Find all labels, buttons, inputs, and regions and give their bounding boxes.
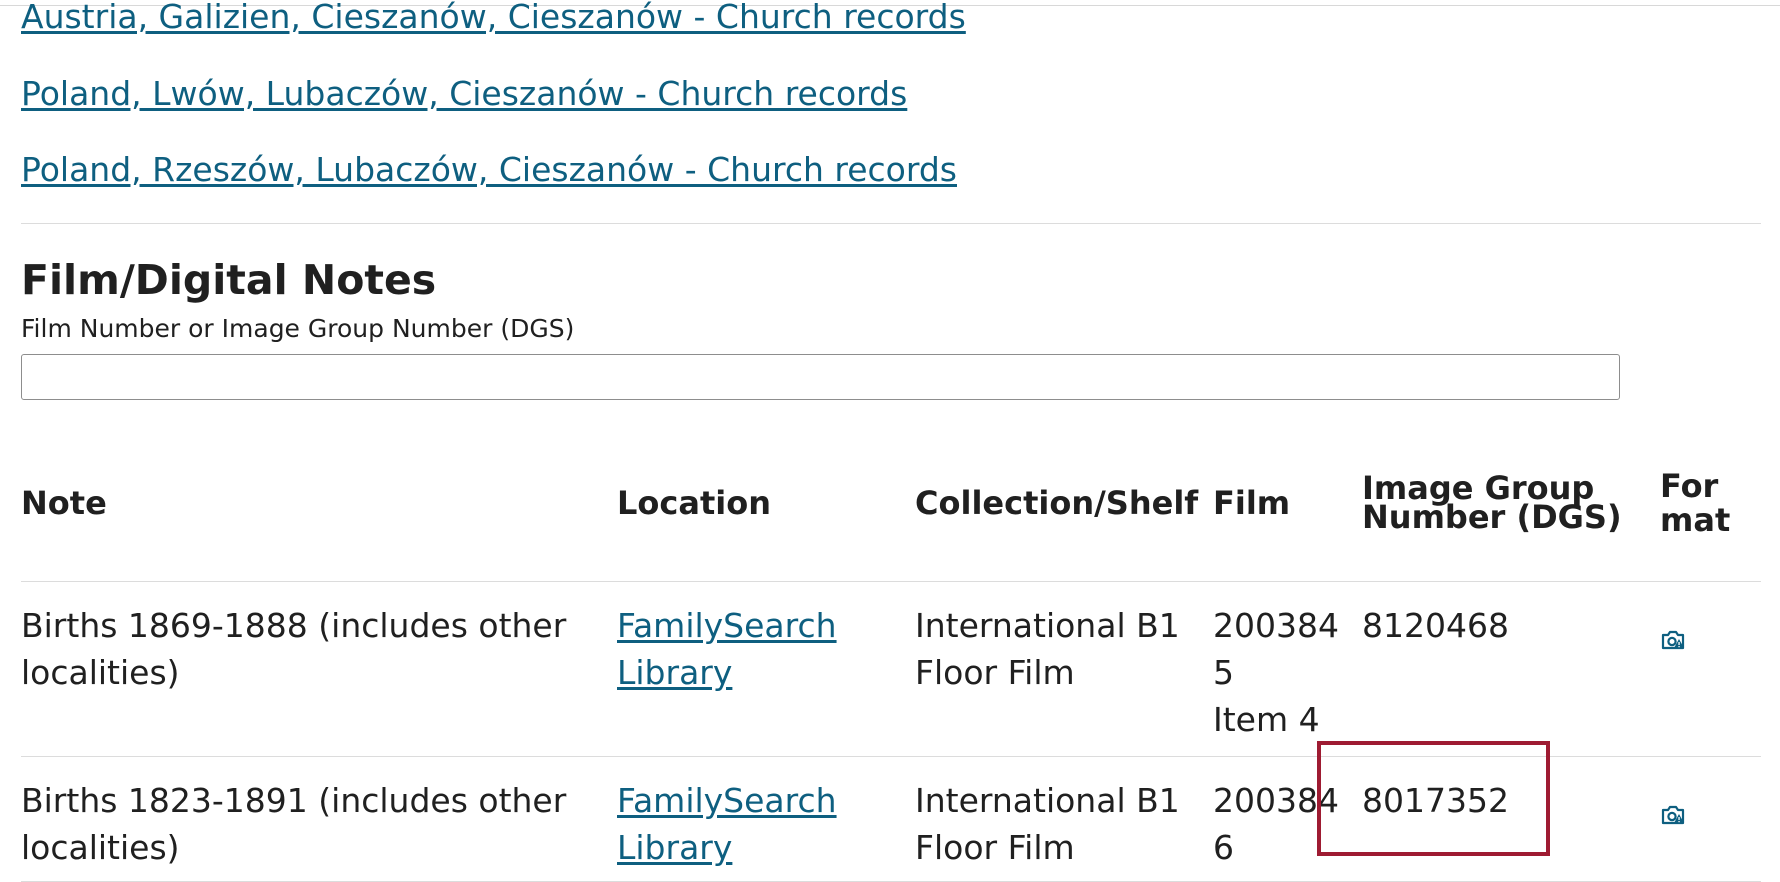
place-link-austria-galizien[interactable]: Austria, Galizien, Cieszanów, Cieszanów …	[21, 0, 966, 37]
column-header-note: Note	[21, 436, 617, 582]
note-cell: Births 1823-1891 (includes other localit…	[21, 756, 617, 882]
format-cell	[1660, 756, 1761, 882]
place-link-poland-lwow[interactable]: Poland, Lwów, Lubaczów, Cieszanów - Chur…	[21, 74, 907, 114]
film-number: 2003846	[1213, 780, 1339, 867]
table-row: Births 1869-1888 (includes other localit…	[21, 581, 1761, 757]
film-filter-input[interactable]	[21, 354, 1620, 400]
table-row: Births 1823-1891 (includes other localit…	[21, 756, 1761, 882]
location-cell: FamilySearch Library	[617, 581, 915, 757]
column-header-film: Film	[1213, 436, 1362, 582]
location-link-familysearch-library[interactable]: FamilySearch Library	[617, 606, 837, 692]
film-cell: 2003846	[1213, 756, 1362, 882]
dgs-cell: 8017352	[1362, 756, 1660, 882]
film-notes-table: Note Location Collection/Shelf Film Imag…	[21, 436, 1761, 882]
note-cell: Births 1869-1888 (includes other localit…	[21, 581, 617, 757]
section-divider	[21, 223, 1761, 224]
dgs-cell: 8120468	[1362, 581, 1660, 757]
collection-cell: International B1 Floor Film	[915, 756, 1213, 882]
format-cell	[1660, 581, 1761, 757]
place-link-poland-rzeszow[interactable]: Poland, Rzeszów, Lubaczów, Cieszanów - C…	[21, 150, 957, 190]
table-header-row: Note Location Collection/Shelf Film Imag…	[21, 436, 1761, 582]
camera-icon[interactable]	[1660, 791, 1686, 824]
film-number: 2003845	[1213, 605, 1339, 692]
film-filter-label: Film Number or Image Group Number (DGS)	[21, 314, 575, 343]
film-notes-title: Film/Digital Notes	[21, 256, 437, 304]
location-cell: FamilySearch Library	[617, 756, 915, 882]
collection-cell: International B1 Floor Film	[915, 581, 1213, 757]
column-header-location: Location	[617, 436, 915, 582]
column-header-collection: Collection/Shelf	[915, 436, 1213, 582]
column-header-dgs: Image Group Number (DGS)	[1362, 436, 1660, 582]
film-item: Item 4	[1213, 699, 1320, 739]
film-cell: 2003845 Item 4	[1213, 581, 1362, 757]
column-header-format: Format	[1660, 436, 1761, 582]
location-link-familysearch-library[interactable]: FamilySearch Library	[617, 781, 837, 867]
camera-icon[interactable]	[1660, 616, 1686, 649]
